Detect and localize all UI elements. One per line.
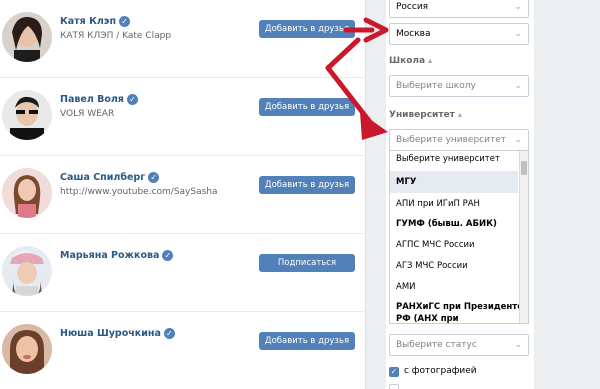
- add-friend-button[interactable]: Добавить в друзья: [259, 20, 355, 38]
- subscribe-button[interactable]: Подписаться: [259, 254, 355, 272]
- scrollbar-thumb[interactable]: [521, 161, 527, 175]
- university-placeholder: Выберите университет: [396, 135, 507, 145]
- university-label-text: Университет: [389, 110, 455, 120]
- list-item: Саша Спилберг ✓ http://www.youtube.com/Sa…: [0, 156, 366, 234]
- add-friend-button[interactable]: Добавить в друзья: [259, 176, 355, 194]
- list-item: Катя Клэп ✓ КАТЯ КЛЭП / Kate Clapp Добави…: [0, 0, 366, 78]
- chevron-down-icon: ⌄: [514, 135, 522, 145]
- person-name[interactable]: Павел Воля ✓: [60, 94, 138, 105]
- avatar[interactable]: [2, 90, 52, 140]
- dropdown-option[interactable]: АМИ: [390, 282, 518, 292]
- dropdown-option[interactable]: АПИ при ИГиП РАН: [390, 199, 518, 209]
- dropdown-option[interactable]: АГЗ МЧС России: [390, 261, 518, 271]
- dropdown-option[interactable]: РФ (АНХ при: [390, 314, 518, 323]
- verified-icon: ✓: [126, 94, 138, 105]
- people-list: Катя Клэп ✓ КАТЯ КЛЭП / Kate Clapp Добави…: [0, 0, 366, 389]
- caret-up-icon: ▴: [457, 110, 462, 119]
- with-photo-label[interactable]: с фотографией: [404, 366, 477, 376]
- add-friend-button[interactable]: Добавить в друзья: [259, 332, 355, 350]
- chevron-down-icon: ⌄: [514, 29, 522, 39]
- dropdown-option[interactable]: РАНХиГС при Президенте: [390, 302, 523, 312]
- person-name-text[interactable]: Саша Спилберг: [60, 172, 145, 183]
- university-select[interactable]: Выберите университет ⌄: [389, 129, 529, 151]
- with-photo-checkbox[interactable]: ✓: [389, 367, 399, 377]
- dropdown-option[interactable]: ГУМФ (бывш. АБИК): [390, 219, 518, 229]
- verified-icon: ✓: [119, 16, 131, 27]
- dropdown-option[interactable]: АГПС МЧС России: [390, 240, 518, 250]
- country-select[interactable]: Россия ⌄: [389, 0, 529, 18]
- country-value: Россия: [396, 2, 429, 12]
- chevron-down-icon: ⌄: [514, 340, 522, 350]
- city-select[interactable]: Москва ⌄: [389, 23, 529, 45]
- person-name[interactable]: Катя Клэп ✓: [60, 16, 131, 27]
- school-label-text: Школа: [389, 56, 426, 66]
- university-label[interactable]: Университет ▴: [389, 110, 462, 120]
- dropdown-option[interactable]: МГУ: [390, 171, 518, 193]
- person-name-text[interactable]: Нюша Шурочкина: [60, 328, 161, 339]
- list-item: Павел Воля ✓ VOLЯ WEAR Добавить в друзья: [0, 78, 366, 156]
- person-name-text[interactable]: Марьяна Рожкова: [60, 250, 159, 261]
- verified-icon: ✓: [163, 328, 175, 339]
- university-dropdown: Выберите университет МГУ АПИ при ИГиП РА…: [389, 150, 529, 324]
- person-name-text[interactable]: Павел Воля: [60, 94, 124, 105]
- chevron-down-icon: ⌄: [514, 81, 522, 91]
- filter-panel: Россия ⌄ Москва ⌄ Школа ▴ Выберите школу …: [376, 0, 600, 389]
- person-subtitle: VOLЯ WEAR: [60, 109, 115, 119]
- avatar[interactable]: [2, 12, 52, 62]
- person-name[interactable]: Марьяна Рожкова ✓: [60, 250, 174, 261]
- avatar[interactable]: [2, 324, 52, 374]
- city-value: Москва: [396, 29, 431, 39]
- list-item: Нюша Шурочкина ✓ Добавить в друзья: [0, 312, 366, 389]
- extra-checkbox[interactable]: [389, 384, 399, 389]
- status-select[interactable]: Выберите статус ⌄: [389, 334, 529, 356]
- list-item: Марьяна Рожкова ✓ Подписаться: [0, 234, 366, 312]
- status-placeholder: Выберите статус: [396, 340, 477, 350]
- chevron-down-icon: ⌄: [514, 2, 522, 12]
- school-select[interactable]: Выберите школу ⌄: [389, 75, 529, 97]
- dropdown-scrollbar[interactable]: [519, 151, 528, 323]
- person-subtitle: КАТЯ КЛЭП / Kate Clapp: [60, 31, 172, 41]
- verified-icon: ✓: [148, 172, 160, 183]
- verified-icon: ✓: [162, 250, 174, 261]
- avatar[interactable]: [2, 246, 52, 296]
- person-name-text[interactable]: Катя Клэп: [60, 16, 116, 27]
- person-name[interactable]: Саша Спилберг ✓: [60, 172, 160, 183]
- dropdown-option[interactable]: Выберите университет: [390, 154, 518, 164]
- school-placeholder: Выберите школу: [396, 81, 476, 91]
- add-friend-button[interactable]: Добавить в друзья: [259, 98, 355, 116]
- person-subtitle[interactable]: http://www.youtube.com/SaySasha: [60, 187, 218, 197]
- avatar[interactable]: [2, 168, 52, 218]
- person-name[interactable]: Нюша Шурочкина ✓: [60, 328, 175, 339]
- school-label[interactable]: Школа ▴: [389, 56, 432, 66]
- caret-up-icon: ▴: [428, 56, 433, 65]
